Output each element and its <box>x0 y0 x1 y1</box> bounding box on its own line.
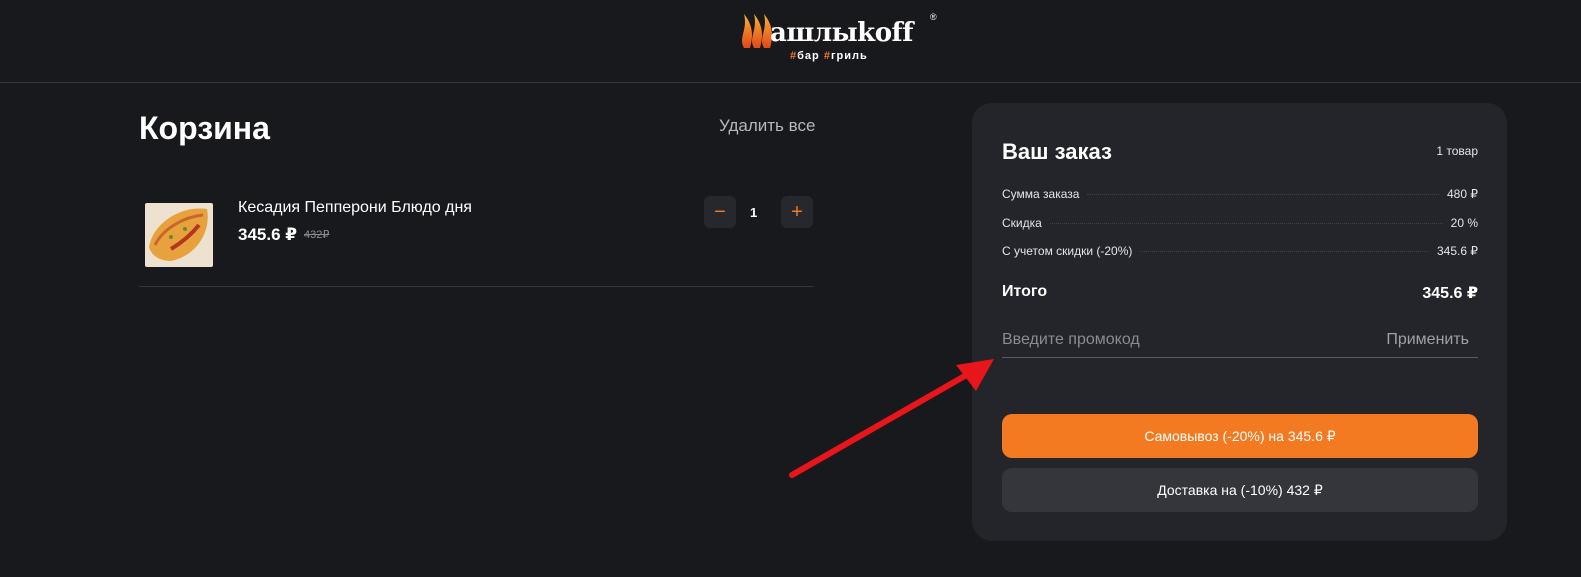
row-value: 20 % <box>1450 216 1478 230</box>
dotted-leader <box>1140 251 1429 252</box>
product-image[interactable] <box>141 199 215 271</box>
dotted-leader <box>1087 194 1439 195</box>
logo-tagline: #бар #гриль <box>790 50 868 62</box>
product-old-price: 432₽ <box>304 229 330 241</box>
annotation-arrow <box>789 359 994 478</box>
page-title: Корзина <box>139 110 270 146</box>
clear-all-button[interactable]: Удалить все <box>719 116 815 136</box>
tag-word-grill: гриль <box>830 50 868 62</box>
row-label: С учетом скидки (-20%) <box>1002 244 1133 258</box>
total-value: 345.6 ₽ <box>1422 285 1478 302</box>
site-header: ашлыkoff ® #бар #гриль <box>0 0 1581 83</box>
summary-row-discount: Скидка 20 % <box>1002 216 1478 234</box>
increase-quantity-button[interactable]: + <box>781 196 813 228</box>
tag-hash: # <box>823 50 831 62</box>
apply-promo-button[interactable]: Применить <box>1386 331 1469 349</box>
dotted-leader <box>1049 223 1443 224</box>
order-title: Ваш заказ <box>1002 139 1112 164</box>
product-name[interactable]: Кесадия Пепперони Блюдо дня <box>238 199 472 217</box>
total-label: Итого <box>1002 283 1048 300</box>
summary-row-discounted: С учетом скидки (-20%) 345.6 ₽ <box>1002 244 1478 262</box>
row-label: Сумма заказа <box>1002 187 1080 201</box>
item-count: 1 товар <box>1436 144 1478 158</box>
row-value: 480 ₽ <box>1447 187 1478 201</box>
brand-logo[interactable]: ашлыkoff ® #бар #гриль <box>740 10 950 68</box>
promo-code-input[interactable] <box>1002 327 1362 353</box>
quantity-value: 1 <box>750 205 758 220</box>
minus-icon: − <box>714 200 726 223</box>
order-summary-panel: Ваш заказ 1 товар Сумма заказа 480 ₽ Ски… <box>972 103 1507 541</box>
product-price: 345.6 ₽ <box>238 225 298 244</box>
row-value: 345.6 ₽ <box>1437 244 1478 258</box>
summary-row-subtotal: Сумма заказа 480 ₽ <box>1002 187 1478 205</box>
delivery-button[interactable]: Доставка на (-10%) 432 ₽ <box>1002 468 1478 512</box>
promo-code-form: Применить <box>1002 327 1478 358</box>
registered-mark: ® <box>930 12 937 22</box>
row-label: Скидка <box>1002 216 1042 230</box>
order-total: Итого 345.6 ₽ <box>1002 283 1478 303</box>
pickup-button[interactable]: Самовывоз (-20%) на 345.6 ₽ <box>1002 414 1478 458</box>
logo-wordmark: ашлыkoff <box>770 18 913 48</box>
plus-icon: + <box>791 200 803 223</box>
decrease-quantity-button[interactable]: − <box>704 196 736 228</box>
tag-word-bar: бар <box>797 50 824 62</box>
cart-item: Кесадия Пепперони Блюдо дня 345.6 ₽ 432₽… <box>139 193 814 287</box>
